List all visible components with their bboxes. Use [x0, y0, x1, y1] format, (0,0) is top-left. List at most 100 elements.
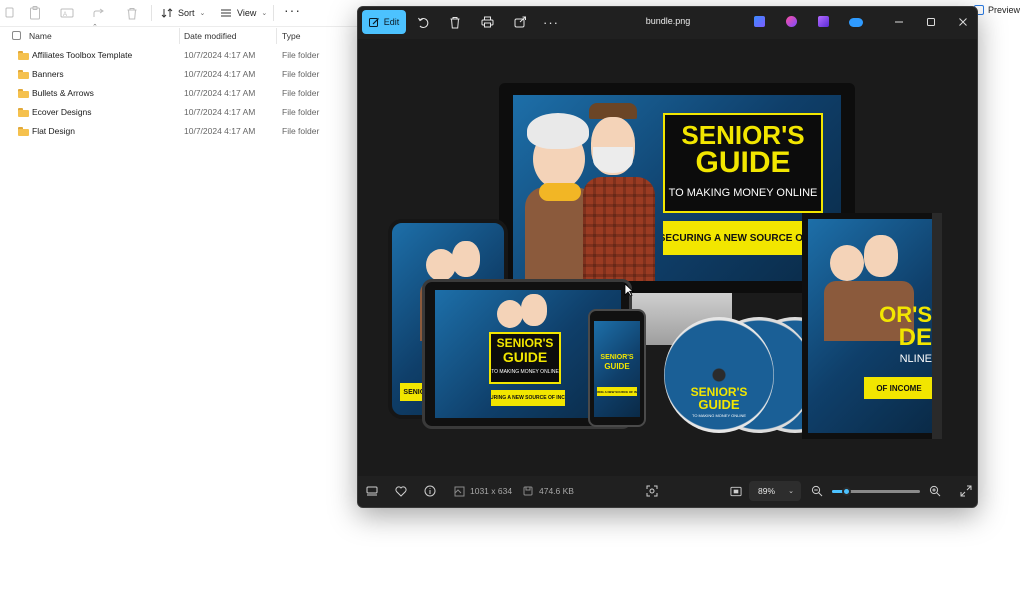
folder-icon: [18, 108, 29, 117]
zoom-level-dropdown[interactable]: 89% ⌄: [749, 481, 801, 501]
onedrive-icon[interactable]: [849, 18, 863, 27]
file-type: File folder: [282, 107, 320, 117]
phone-mockup: SENIOR'S GUIDE SECURING A NEW SOURCE OF …: [588, 309, 646, 427]
filmstrip-icon[interactable]: [366, 485, 378, 497]
share-icon[interactable]: [513, 15, 527, 29]
tablet-title-line1: SENIOR'S: [496, 336, 554, 350]
delete-icon[interactable]: [123, 4, 141, 22]
close-icon[interactable]: [954, 13, 972, 31]
folder-icon: [18, 51, 29, 60]
fit-to-window-icon[interactable]: [646, 485, 658, 497]
info-icon[interactable]: [424, 485, 436, 497]
phone-screen: SENIOR'S GUIDE SECURING A NEW SOURCE OF …: [594, 321, 640, 417]
file-type: File folder: [282, 50, 320, 60]
zoom-out-icon[interactable]: [811, 485, 823, 497]
actual-size-icon[interactable]: [730, 485, 742, 497]
book-band: OF INCOME: [864, 377, 932, 399]
edit-label: Edit: [383, 17, 400, 27]
zoom-in-icon[interactable]: [929, 485, 941, 497]
column-header-type[interactable]: Type: [282, 29, 300, 43]
tablet-title-line2: GUIDE: [502, 349, 548, 365]
tablet-band: SECURING A NEW SOURCE OF INCOME: [491, 390, 565, 406]
toolbar-separator: [151, 5, 152, 21]
viewer-statusbar: 1031 x 634 474.6 KB 89% ⌄: [358, 476, 977, 507]
grandmother-head: [497, 300, 523, 328]
folder-icon: [18, 127, 29, 136]
copy-icon[interactable]: [0, 4, 18, 22]
rename-icon[interactable]: A: [58, 4, 76, 22]
monitor-title-box: SENIOR'S GUIDE TO MAKING MONEY ONLINE: [663, 113, 823, 213]
book-box-mockup: OR'S DE NLINE OF INCOME: [802, 213, 942, 439]
tablet-subtitle: TO MAKING MONEY ONLINE: [491, 369, 559, 375]
folder-icon: [18, 70, 29, 79]
view-label: View: [237, 8, 257, 18]
image-canvas[interactable]: SENIOR'S GUIDE TO MAKING MONEY ONLINE SE…: [358, 39, 977, 478]
column-name-label: Name: [29, 31, 52, 41]
full-screen-icon[interactable]: [960, 485, 972, 497]
preview-label: Preview: [988, 5, 1021, 15]
book-title-line2: DE: [898, 324, 932, 351]
column-date-label: Date modified: [184, 31, 237, 41]
mouse-cursor-icon: [624, 283, 634, 297]
grandmother-scarf: [539, 183, 581, 201]
zoom-slider[interactable]: [832, 487, 920, 496]
file-row[interactable]: Affiliates Toolbox Template 10/7/2024 4:1…: [0, 47, 360, 66]
file-date-modified: 10/7/2024 4:17 AM: [184, 88, 256, 98]
cd-title-line2: GUIDE: [698, 397, 740, 412]
sort-label: Sort: [178, 8, 195, 18]
file-row[interactable]: Ecover Designs 10/7/2024 4:17 AM File fold…: [0, 104, 360, 123]
grandmother-head: [830, 245, 864, 281]
file-size-icon: [522, 485, 534, 497]
more-options-icon[interactable]: ···: [284, 3, 301, 17]
file-size: 474.6 KB: [539, 486, 574, 496]
column-header-name[interactable]: Name: [29, 29, 52, 43]
viewer-titlebar: Edit ··· bundle.png: [358, 7, 977, 39]
grandfather-body: [583, 177, 655, 281]
print-icon[interactable]: [480, 15, 494, 29]
file-row[interactable]: Banners 10/7/2024 4:17 AM File folder: [0, 66, 360, 85]
chevron-down-icon: ⌄: [199, 10, 206, 17]
folder-icon: [18, 89, 29, 98]
favorite-heart-icon[interactable]: [395, 485, 407, 497]
column-resize-handle[interactable]: [179, 28, 180, 44]
preview-pane-button[interactable]: Preview: [974, 5, 1020, 15]
sort-button[interactable]: Sort ⌄: [161, 3, 205, 23]
book-cover: OR'S DE NLINE OF INCOME: [808, 219, 932, 433]
column-header-date[interactable]: Date modified: [184, 29, 236, 43]
share-icon[interactable]: [90, 4, 108, 22]
monitor-title-line1: SENIOR'S: [681, 120, 805, 150]
zoom-slider-thumb[interactable]: [841, 487, 851, 496]
sort-icon: [161, 8, 173, 18]
zoom-level-value: 89%: [758, 486, 776, 496]
cd-subtitle: TO MAKING MONEY ONLINE: [691, 413, 747, 418]
monitor-title-line2: GUIDE: [695, 146, 791, 179]
designer-app-icon[interactable]: [754, 16, 765, 27]
file-row[interactable]: Flat Design 10/7/2024 4:17 AM File folder: [0, 123, 360, 142]
view-button[interactable]: View ⌄: [220, 3, 267, 23]
select-all-checkbox[interactable]: [12, 31, 21, 40]
clipchamp-app-icon[interactable]: [786, 16, 797, 27]
minimize-icon[interactable]: [890, 13, 908, 31]
file-row[interactable]: Bullets & Arrows 10/7/2024 4:17 AM File fo…: [0, 85, 360, 104]
phone-band: SECURING A NEW SOURCE OF INCOME: [597, 387, 637, 396]
file-name: Flat Design: [32, 126, 75, 136]
tablet-title-box: SENIOR'S GUIDE TO MAKING MONEY ONLINE: [489, 332, 561, 384]
paste-icon[interactable]: [26, 4, 44, 22]
file-date-modified: 10/7/2024 4:17 AM: [184, 69, 256, 79]
view-icon: [221, 9, 231, 17]
delete-icon[interactable]: [448, 15, 462, 29]
dimensions-icon: [453, 485, 465, 497]
monitor-subtitle: TO MAKING MONEY ONLINE: [668, 187, 818, 199]
maximize-icon[interactable]: [922, 13, 940, 31]
monitor-screen: SENIOR'S GUIDE TO MAKING MONEY ONLINE SE…: [513, 95, 841, 281]
more-options-icon[interactable]: ···: [543, 15, 558, 30]
photos-viewer-window: Edit ··· bundle.png SENIOR'S GUIDE TO MA…: [357, 6, 978, 508]
grandfather-beard: [593, 147, 633, 173]
column-resize-handle[interactable]: [276, 28, 277, 44]
rotate-icon[interactable]: [416, 15, 430, 29]
file-name: Affiliates Toolbox Template: [32, 50, 133, 60]
book-title-line1: OR'S: [879, 302, 932, 327]
paint-app-icon[interactable]: [818, 16, 829, 27]
sort-ascending-icon: ⌃: [92, 24, 98, 31]
edit-button[interactable]: Edit: [362, 10, 406, 34]
